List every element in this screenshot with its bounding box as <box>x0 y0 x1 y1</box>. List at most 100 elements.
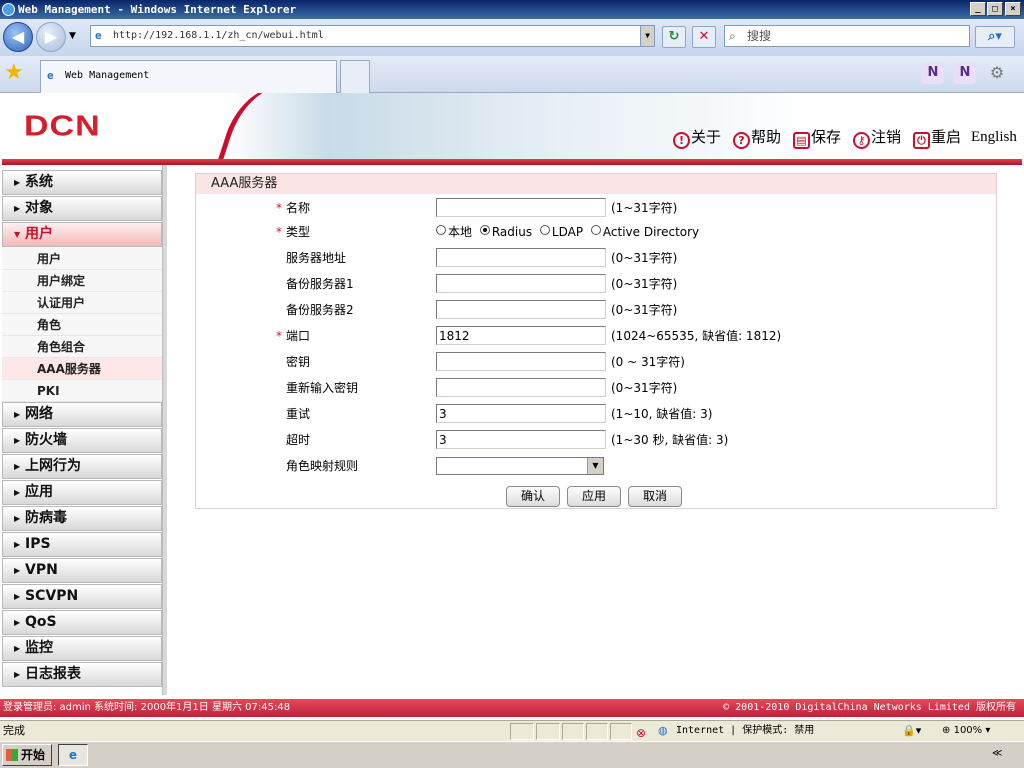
menu-label: 网络 <box>25 406 53 422</box>
address-bar[interactable]: e http://192.168.1.1/zh_cn/webui.html ▼ <box>90 25 655 47</box>
submenu-auth-user[interactable]: 认证用户 <box>2 292 162 314</box>
menu-label: 日志报表 <box>25 666 81 682</box>
save-link[interactable]: ▤ 保存 <box>793 128 841 149</box>
backup-server2-input[interactable] <box>436 300 606 319</box>
retry-input[interactable] <box>436 404 606 423</box>
start-button[interactable]: 开始 <box>2 744 52 766</box>
timeout-input[interactable] <box>436 430 606 449</box>
menu-qos[interactable]: ▶ QoS <box>2 610 162 635</box>
menu-label: 对象 <box>25 200 53 216</box>
port-input[interactable] <box>436 326 606 345</box>
timeout-hint: (1~30 秒, 缺省值: 3) <box>611 433 729 447</box>
maximize-button[interactable]: □ <box>987 2 1003 16</box>
taskbar-ie-button[interactable]: e <box>58 744 88 766</box>
restart-link[interactable]: ⏻ 重启 <box>913 128 961 149</box>
tools-gear-icon[interactable]: ⚙ <box>986 62 1008 84</box>
tab-web-management[interactable]: e Web Management <box>40 60 337 93</box>
server-address-input[interactable] <box>436 248 606 267</box>
submenu-user-binding[interactable]: 用户绑定 <box>2 270 162 292</box>
radio-active-directory[interactable] <box>590 225 601 235</box>
menu-monitor[interactable]: ▶ 监控 <box>2 636 162 661</box>
confirm-secret-label: 重新输入密钥 <box>286 381 359 395</box>
menu-firewall[interactable]: ▶ 防火墙 <box>2 428 162 453</box>
ok-button[interactable]: 确认 <box>506 486 560 507</box>
windows-logo-icon <box>6 749 18 761</box>
search-input[interactable]: ⌕ 搜搜 <box>724 25 970 47</box>
radio-ldap[interactable] <box>539 225 550 235</box>
close-window-button[interactable]: × <box>1005 2 1021 16</box>
menu-ips[interactable]: ▶ IPS <box>2 532 162 557</box>
menu-label: 用户 <box>25 226 53 242</box>
role-mapping-label: 角色映射规则 <box>286 459 359 473</box>
submenu-pki[interactable]: PKI <box>2 380 162 402</box>
lock-icon[interactable]: 🔒▾ <box>902 721 921 741</box>
backup-server1-input[interactable] <box>436 274 606 293</box>
menu-scvpn[interactable]: ▶ SCVPN <box>2 584 162 609</box>
retry-label: 重试 <box>286 407 311 421</box>
expand-icon: ▶ <box>14 178 21 187</box>
secret-input[interactable] <box>436 352 606 371</box>
logout-link[interactable]: ⚷ 注销 <box>853 128 901 149</box>
history-dropdown-icon[interactable]: ▼ <box>69 31 76 41</box>
address-dropdown-icon[interactable]: ▼ <box>640 26 654 46</box>
apply-button[interactable]: 应用 <box>567 486 621 507</box>
menu-system[interactable]: ▶ 系统 <box>2 170 162 195</box>
forward-button[interactable]: ▶ <box>36 22 66 52</box>
secret-hint: (0 ~ 31字符) <box>611 355 685 369</box>
menu-object[interactable]: ▶ 对象 <box>2 196 162 221</box>
expand-icon: ▶ <box>14 436 21 445</box>
confirm-secret-input[interactable] <box>436 378 606 397</box>
help-label: 帮助 <box>751 128 782 146</box>
english-link[interactable]: English <box>971 128 1017 146</box>
role-mapping-select[interactable]: ▼ <box>436 457 604 475</box>
dcn-logo: DCN <box>24 109 101 143</box>
menu-label: 监控 <box>25 640 53 656</box>
menu-log-report[interactable]: ▶ 日志报表 <box>2 662 162 687</box>
refresh-button[interactable]: ↻ <box>662 26 686 48</box>
label-text: 类型 <box>286 225 311 239</box>
onenote-linked-icon[interactable]: N <box>954 62 976 84</box>
radio-radius[interactable] <box>479 225 490 235</box>
required-mark: * <box>276 225 282 239</box>
menu-vpn[interactable]: ▶ VPN <box>2 558 162 583</box>
blocked-icon: ⊗ <box>636 726 647 740</box>
help-icon: ? <box>733 132 750 149</box>
cancel-button[interactable]: 取消 <box>628 486 682 507</box>
aaa-server-panel: AAA服务器 * 名称 (1~31字符) * 类型 本地 Radius LDAP A… <box>195 173 997 509</box>
banner-swoosh <box>211 93 323 165</box>
backup-server2-label: 备份服务器2 <box>286 303 354 317</box>
expand-icon: ▶ <box>14 670 21 679</box>
help-link[interactable]: ? 帮助 <box>733 128 781 149</box>
menu-label: SCVPN <box>25 588 79 604</box>
sidebar-splitter[interactable] <box>162 165 167 695</box>
expand-icon: ▶ <box>14 592 21 601</box>
collapse-icon: ▼ <box>14 230 21 239</box>
menu-label: 防火墙 <box>25 432 67 448</box>
favorites-star-icon[interactable]: ★ <box>4 60 24 85</box>
stop-button[interactable]: ✕ <box>692 26 716 48</box>
submenu-user[interactable]: 用户 <box>2 248 162 270</box>
submenu-role[interactable]: 角色 <box>2 314 162 336</box>
radio-local[interactable] <box>436 225 446 235</box>
zoom-level[interactable]: ⊕ 100% ▾ <box>942 721 990 741</box>
menu-antivirus[interactable]: ▶ 防病毒 <box>2 506 162 531</box>
tab-bar: ★ e Web Management N N ⚙ <box>0 56 1024 93</box>
menu-application[interactable]: ▶ 应用 <box>2 480 162 505</box>
windows-taskbar: 开始 e ≪ <box>0 741 1024 768</box>
label-text: 端口 <box>286 329 311 343</box>
about-link[interactable]: ! 关于 <box>673 128 721 149</box>
menu-user[interactable]: ▼ 用户 <box>2 222 162 247</box>
tray-expand-icon[interactable]: ≪ <box>992 748 1002 759</box>
submenu-aaa-server[interactable]: AAA服务器 <box>2 358 162 380</box>
name-input[interactable] <box>436 198 606 217</box>
menu-network[interactable]: ▶ 网络 <box>2 402 162 427</box>
onenote-icon[interactable]: N <box>922 62 944 84</box>
search-button[interactable]: ⌕▾ <box>975 26 1015 48</box>
back-button[interactable]: ◀ <box>3 22 33 52</box>
security-zone: Internet | 保护模式: 禁用 <box>676 725 815 736</box>
minimize-button[interactable]: _ <box>970 2 986 16</box>
new-tab-button[interactable] <box>340 60 370 93</box>
submenu-role-group[interactable]: 角色组合 <box>2 336 162 358</box>
menu-internet-behavior[interactable]: ▶ 上网行为 <box>2 454 162 479</box>
menu-label: 应用 <box>25 484 53 500</box>
